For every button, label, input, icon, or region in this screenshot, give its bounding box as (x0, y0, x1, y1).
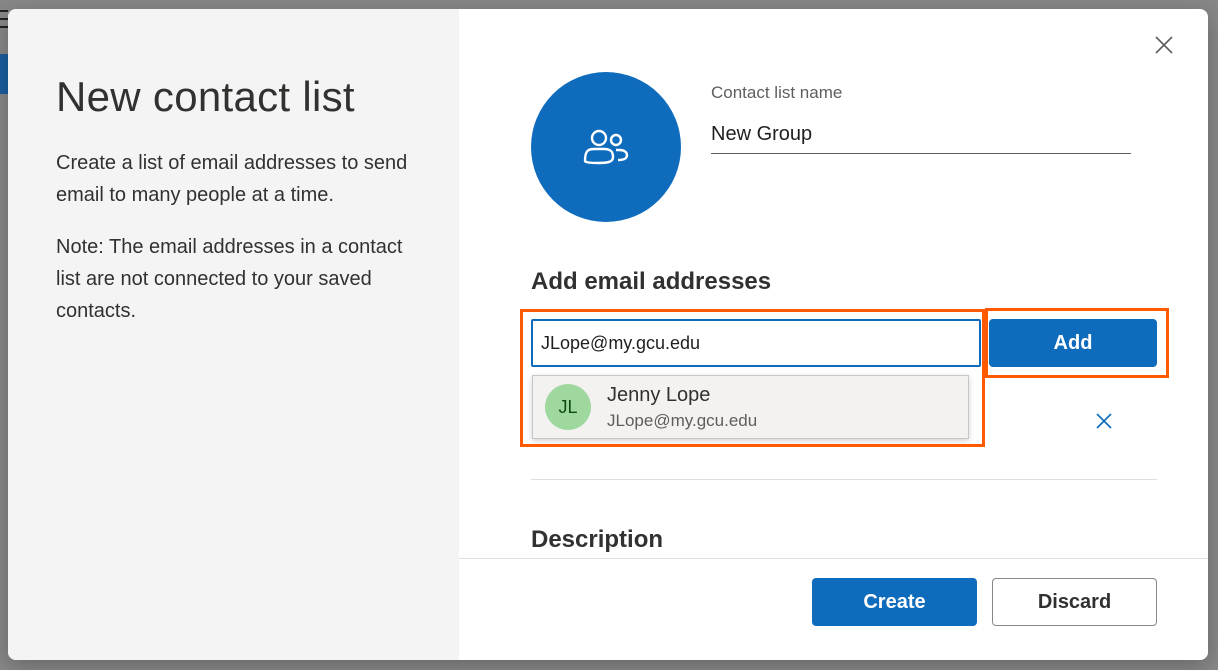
dialog-info-pane: New contact list Create a list of email … (8, 9, 459, 660)
close-icon (1155, 36, 1173, 54)
dialog-note: Note: The email addresses in a contact l… (56, 236, 403, 322)
close-button[interactable] (1152, 33, 1176, 57)
dialog-title: New contact list (56, 73, 355, 120)
add-email-heading: Add email addresses (531, 268, 772, 295)
create-button[interactable]: Create (812, 578, 977, 626)
contact-suggestion[interactable]: JL Jenny Lope JLope@my.gcu.edu (532, 375, 969, 439)
member-row-divider (531, 479, 1157, 480)
suggestion-name: Jenny Lope (607, 384, 711, 406)
dialog-description: Create a list of email addresses to send… (56, 152, 408, 206)
remove-member-button[interactable] (1094, 411, 1114, 431)
group-avatar[interactable] (531, 72, 681, 222)
suggestion-avatar: JL (545, 384, 591, 430)
remove-icon (1096, 413, 1112, 429)
suggestion-email: JLope@my.gcu.edu (607, 411, 758, 430)
contact-list-name-label: Contact list name (711, 83, 843, 102)
contact-list-name-input[interactable] (711, 115, 1131, 154)
discard-button[interactable]: Discard (992, 578, 1157, 626)
add-button[interactable]: Add (989, 319, 1157, 367)
email-address-input[interactable] (531, 319, 981, 367)
hamburger-menu-icon (0, 10, 8, 28)
dialog-footer: Create Discard (459, 558, 1208, 660)
new-contact-list-dialog: New contact list Create a list of email … (8, 9, 1208, 660)
background-app-bar (0, 54, 8, 94)
description-heading: Description (531, 526, 664, 553)
people-group-icon (583, 129, 629, 165)
